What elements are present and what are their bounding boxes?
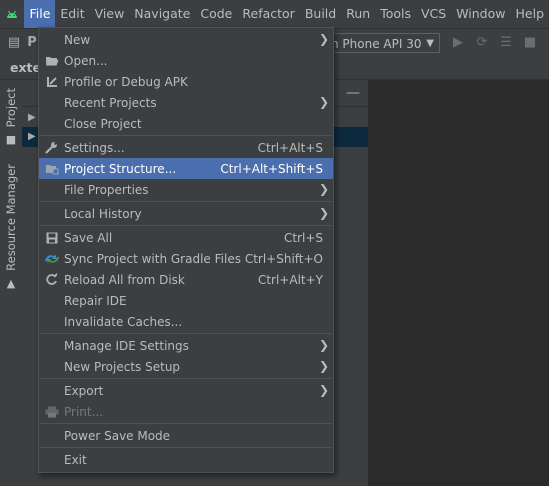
apply-changes-icon[interactable]: ⟳ bbox=[474, 35, 490, 51]
chevron-down-icon: ▼ bbox=[426, 38, 434, 49]
menu-item-print: Print... bbox=[39, 401, 333, 422]
menu-separator bbox=[40, 423, 332, 424]
reload-icon bbox=[39, 269, 64, 290]
menu-separator bbox=[40, 135, 332, 136]
gradle-sync-icon bbox=[39, 248, 64, 269]
save-icon bbox=[39, 227, 64, 248]
menu-item-manage-ide-settings[interactable]: Manage IDE Settings ❯ bbox=[39, 335, 333, 356]
menu-separator bbox=[40, 225, 332, 226]
stop-icon[interactable]: ■ bbox=[522, 35, 538, 51]
tree-expand-icon[interactable]: ▶ bbox=[28, 131, 36, 142]
menu-item-export[interactable]: Export ❯ bbox=[39, 380, 333, 401]
menu-tools[interactable]: Tools bbox=[375, 0, 416, 28]
menu-separator bbox=[40, 447, 332, 448]
menu-item-project-structure[interactable]: Project Structure... Ctrl+Alt+Shift+S bbox=[39, 158, 333, 179]
menu-item-save-all[interactable]: Save All Ctrl+S bbox=[39, 227, 333, 248]
menu-item-exit[interactable]: Exit bbox=[39, 449, 333, 470]
menu-refactor[interactable]: Refactor bbox=[237, 0, 299, 28]
menu-help[interactable]: Help bbox=[511, 0, 549, 28]
menu-item-reload-from-disk[interactable]: Reload All from Disk Ctrl+Alt+Y bbox=[39, 269, 333, 290]
android-studio-icon[interactable] bbox=[0, 0, 24, 28]
chevron-right-icon: ❯ bbox=[318, 206, 329, 220]
menu-separator bbox=[40, 333, 332, 334]
menu-item-repair-ide[interactable]: Repair IDE bbox=[39, 290, 333, 311]
device-selector-label: n Phone API 30 bbox=[331, 37, 422, 51]
tree-expand-icon[interactable]: ▶ bbox=[28, 112, 36, 123]
menu-item-settings[interactable]: Settings... Ctrl+Alt+S bbox=[39, 137, 333, 158]
menu-item-file-properties[interactable]: File Properties ❯ bbox=[39, 179, 333, 200]
menu-item-sync-gradle[interactable]: Sync Project with Gradle Files Ctrl+Shif… bbox=[39, 248, 333, 269]
resource-manager-icon: ▲ bbox=[6, 276, 16, 290]
chevron-right-icon: ❯ bbox=[318, 182, 329, 196]
menu-window[interactable]: Window bbox=[451, 0, 510, 28]
menu-vcs[interactable]: VCS bbox=[416, 0, 451, 28]
print-icon bbox=[39, 401, 64, 422]
menu-edit[interactable]: Edit bbox=[55, 0, 89, 28]
breadcrumb[interactable]: exte bbox=[10, 60, 41, 75]
project-tool-label: Project bbox=[4, 88, 18, 128]
menu-item-close-project[interactable]: Close Project bbox=[39, 113, 333, 134]
menu-item-new[interactable]: New ❯ bbox=[39, 29, 333, 50]
menu-view[interactable]: View bbox=[90, 0, 130, 28]
sync-icon[interactable]: ☰ bbox=[498, 35, 514, 51]
editor-area bbox=[368, 80, 549, 486]
chevron-right-icon: ❯ bbox=[318, 338, 329, 352]
menu-separator bbox=[40, 201, 332, 202]
project-structure-icon bbox=[39, 158, 64, 179]
wrench-icon bbox=[39, 137, 64, 158]
menu-item-new-projects-setup[interactable]: New Projects Setup ❯ bbox=[39, 356, 333, 377]
menu-item-local-history[interactable]: Local History ❯ bbox=[39, 203, 333, 224]
folder-icon[interactable]: ▤ bbox=[6, 35, 22, 51]
left-tool-strip: Project ■ Resource Manager ▲ bbox=[0, 80, 23, 486]
resource-manager-label: Resource Manager bbox=[4, 164, 18, 271]
run-icon[interactable]: ▶ bbox=[450, 35, 466, 51]
chevron-right-icon: ❯ bbox=[318, 32, 329, 46]
menu-separator bbox=[40, 378, 332, 379]
chevron-right-icon: ❯ bbox=[318, 383, 329, 397]
menu-item-invalidate-caches[interactable]: Invalidate Caches... bbox=[39, 311, 333, 332]
menu-item-power-save-mode[interactable]: Power Save Mode bbox=[39, 425, 333, 446]
chevron-right-icon: ❯ bbox=[318, 95, 329, 109]
menu-file[interactable]: File bbox=[24, 0, 56, 28]
menu-code[interactable]: Code bbox=[195, 0, 237, 28]
menu-item-profile-debug-apk[interactable]: Profile or Debug APK bbox=[39, 71, 333, 92]
resource-manager-tab[interactable]: Resource Manager ▲ bbox=[0, 164, 22, 290]
menu-run[interactable]: Run bbox=[341, 0, 375, 28]
folder-icon: ■ bbox=[5, 133, 17, 147]
file-menu-dropdown: New ❯ Open... Profile or Debug APK Recen… bbox=[38, 27, 334, 473]
chevron-right-icon: ❯ bbox=[318, 359, 329, 373]
menu-build[interactable]: Build bbox=[300, 0, 341, 28]
project-tool-tab[interactable]: Project ■ bbox=[0, 88, 22, 146]
minimize-icon[interactable]: — bbox=[346, 85, 360, 101]
folder-open-icon bbox=[39, 50, 64, 71]
menu-navigate[interactable]: Navigate bbox=[129, 0, 195, 28]
menu-item-open[interactable]: Open... bbox=[39, 50, 333, 71]
menu-bar: File Edit View Navigate Code Refactor Bu… bbox=[0, 0, 549, 28]
menu-item-recent-projects[interactable]: Recent Projects ❯ bbox=[39, 92, 333, 113]
debug-apk-icon bbox=[39, 71, 64, 92]
